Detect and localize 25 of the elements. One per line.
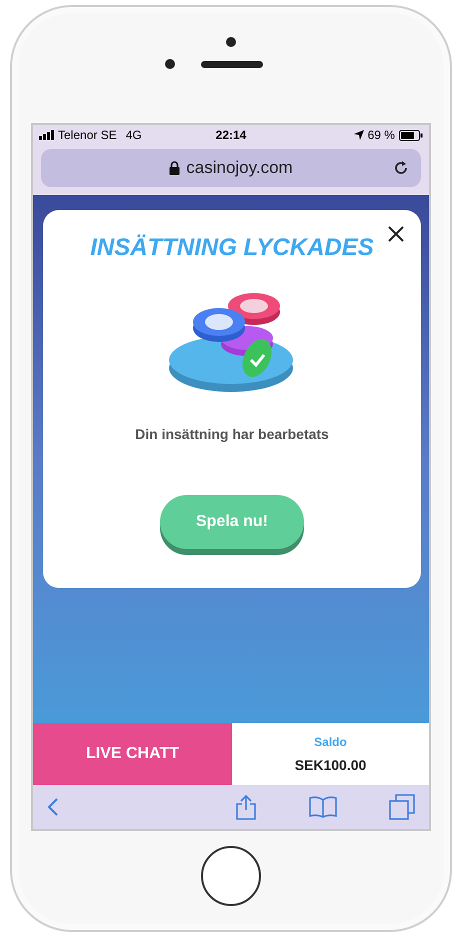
carrier-name: Telenor SE bbox=[58, 127, 117, 144]
speaker-icon bbox=[201, 60, 263, 68]
close-icon bbox=[387, 225, 405, 243]
play-now-button[interactable]: Spela nu! bbox=[160, 495, 304, 549]
bookmarks-icon[interactable] bbox=[309, 796, 337, 818]
dialog-message: Din insättning har bearbetats bbox=[135, 425, 329, 444]
lock-icon bbox=[169, 161, 180, 175]
tabs-icon[interactable] bbox=[389, 794, 415, 820]
dialog-title: INSÄTTNING LYCKADES bbox=[90, 233, 374, 263]
live-chat-button[interactable]: LIVE CHATT bbox=[33, 723, 232, 785]
camera-icon bbox=[226, 37, 236, 47]
balance-amount: SEK100.00 bbox=[294, 756, 366, 774]
signal-icon bbox=[39, 130, 55, 140]
address-bar[interactable]: casinojoy.com bbox=[41, 149, 421, 187]
balance-label: Saldo bbox=[314, 734, 347, 750]
battery-icon bbox=[398, 130, 423, 140]
reload-icon[interactable] bbox=[393, 160, 409, 176]
url-text: casinojoy.com bbox=[186, 157, 293, 180]
clock-time: 22:14 bbox=[216, 127, 246, 144]
share-icon[interactable] bbox=[235, 794, 257, 820]
back-icon[interactable] bbox=[47, 797, 59, 817]
sensor-icon bbox=[165, 59, 175, 69]
location-arrow-icon bbox=[354, 130, 364, 140]
network-type: 4G bbox=[126, 127, 142, 144]
battery-percentage: 69 % bbox=[368, 127, 395, 144]
